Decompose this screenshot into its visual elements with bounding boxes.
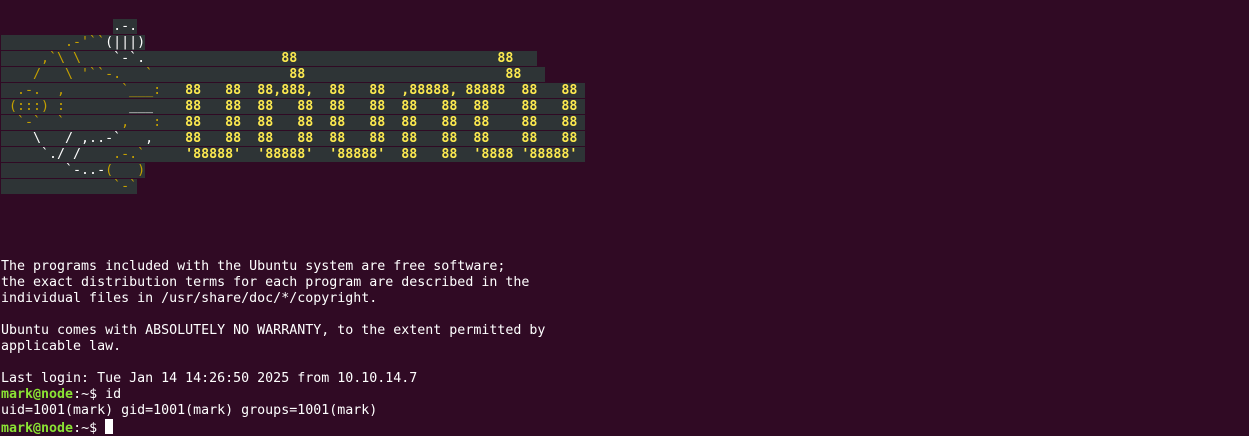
terminal-window[interactable]: .-. .-'``(|||) ,`\ \ `-`. 88 88 / \ '``-… — [1, 19, 1249, 436]
prompt-path: :~$ — [73, 387, 106, 402]
banner-line: \ / ,..-` , 88 88 88 88 88 88 88 88 88 8… — [1, 131, 1249, 147]
banner-segment — [153, 131, 186, 146]
motd-line — [1, 243, 1249, 259]
banner-segment: `-`. — [113, 51, 146, 66]
banner-segment — [521, 67, 546, 82]
banner-line: `./ / .-.` '88888' '88888' '88888' 88 88… — [1, 147, 1249, 163]
motd-line: the exact distribution terms for each pr… — [1, 275, 530, 290]
banner-segment: '88888' '88888' '88888' 88 88 '8888 '888… — [185, 147, 578, 162]
banner-segment: ,`\ \ — [1, 51, 114, 66]
banner-segment — [577, 83, 586, 98]
banner-line: ,`\ \ `-`. 88 88 — [1, 51, 1249, 67]
banner-segment: .-. , `___: — [1, 83, 162, 98]
banner-segment — [145, 147, 186, 162]
banner-segment — [577, 131, 586, 146]
banner-segment: / \ '``-. ` — [1, 67, 154, 82]
motd-line — [1, 195, 1249, 211]
motd-line — [1, 227, 1249, 243]
motd-line: The programs included with the Ubuntu sy… — [1, 259, 506, 274]
prompt-user: mark@node — [1, 421, 74, 436]
command-output: uid=1001(mark) gid=1001(mark) groups=100… — [1, 403, 378, 418]
banner-segment: 88 — [497, 51, 514, 66]
banner-segment — [161, 83, 186, 98]
banner-segment — [577, 147, 586, 162]
prompt-line-2[interactable]: mark@node:~$ — [1, 419, 1249, 436]
banner-segment — [577, 115, 586, 130]
banner-segment: 88 88 88 88 88 88 88 88 88 88 88 — [185, 131, 578, 146]
banner-segment — [153, 67, 290, 82]
prompt-path: :~$ — [73, 421, 106, 436]
banner-segment: ( ) — [105, 163, 146, 178]
ascii-banner: .-. .-'``(|||) ,`\ \ `-`. 88 88 / \ '``-… — [1, 19, 1249, 195]
banner-segment: `-` ` , : — [1, 115, 162, 130]
banner-segment: \ / ,..-` , — [1, 131, 154, 146]
banner-segment: `-..- — [1, 163, 106, 178]
command-text: id — [105, 387, 122, 402]
motd-line — [1, 211, 1249, 227]
banner-segment — [153, 99, 186, 114]
banner-segment: 88 88 88 88 88 88 88 88 88 88 88 — [185, 99, 578, 114]
prompt-user: mark@node — [1, 387, 74, 402]
banner-segment: .-. — [113, 19, 138, 34]
banner-segment: 88 — [281, 51, 298, 66]
banner-segment: .-.` — [113, 147, 146, 162]
text-cursor — [105, 419, 114, 434]
banner-line: `-..-( ) — [1, 163, 1249, 179]
motd-line: applicable law. — [1, 339, 122, 354]
banner-line: `-` ` , : 88 88 88 88 88 88 88 88 88 88 … — [1, 115, 1249, 131]
banner-segment — [161, 115, 186, 130]
motd-line — [1, 355, 1249, 371]
banner-line: .-. , `___: 88 88 88,888, 88 88 ,88888, … — [1, 83, 1249, 99]
banner-line: / \ '``-. ` 88 88 — [1, 67, 1249, 83]
banner-segment: .-'`` — [1, 35, 106, 50]
banner-segment: 88 88 88,888, 88 88 ,88888, 88888 88 88 — [185, 83, 578, 98]
banner-segment: (|||) — [105, 35, 146, 50]
banner-segment — [305, 67, 506, 82]
banner-segment — [1, 19, 113, 34]
banner-segment: `-` — [113, 179, 138, 194]
motd-line: Last login: Tue Jan 14 14:26:50 2025 fro… — [1, 371, 418, 386]
banner-segment: 88 — [289, 67, 306, 82]
prompt-line-1: mark@node:~$ id — [1, 387, 1249, 403]
banner-segment — [145, 51, 282, 66]
banner-segment: 88 — [505, 67, 522, 82]
banner-segment: 88 88 88 88 88 88 88 88 88 88 88 — [185, 115, 578, 130]
banner-segment — [297, 51, 498, 66]
banner-segment: `./ / — [1, 147, 114, 162]
banner-line: .-. — [1, 19, 1249, 35]
banner-segment: ___ — [129, 99, 154, 114]
motd-line: Ubuntu comes with ABSOLUTELY NO WARRANTY… — [1, 323, 546, 338]
motd-text: The programs included with the Ubuntu sy… — [1, 195, 1249, 387]
banner-line: .-'``(|||) — [1, 35, 1249, 51]
banner-line: (:::) : ___ 88 88 88 88 88 88 88 88 88 8… — [1, 99, 1249, 115]
banner-segment — [577, 99, 586, 114]
motd-line: individual files in /usr/share/doc/*/cop… — [1, 291, 378, 306]
banner-segment: (:::) : — [1, 99, 130, 114]
motd-line — [1, 307, 1249, 323]
banner-segment — [513, 51, 538, 66]
banner-line: `-` — [1, 179, 1249, 195]
banner-segment — [1, 179, 114, 194]
